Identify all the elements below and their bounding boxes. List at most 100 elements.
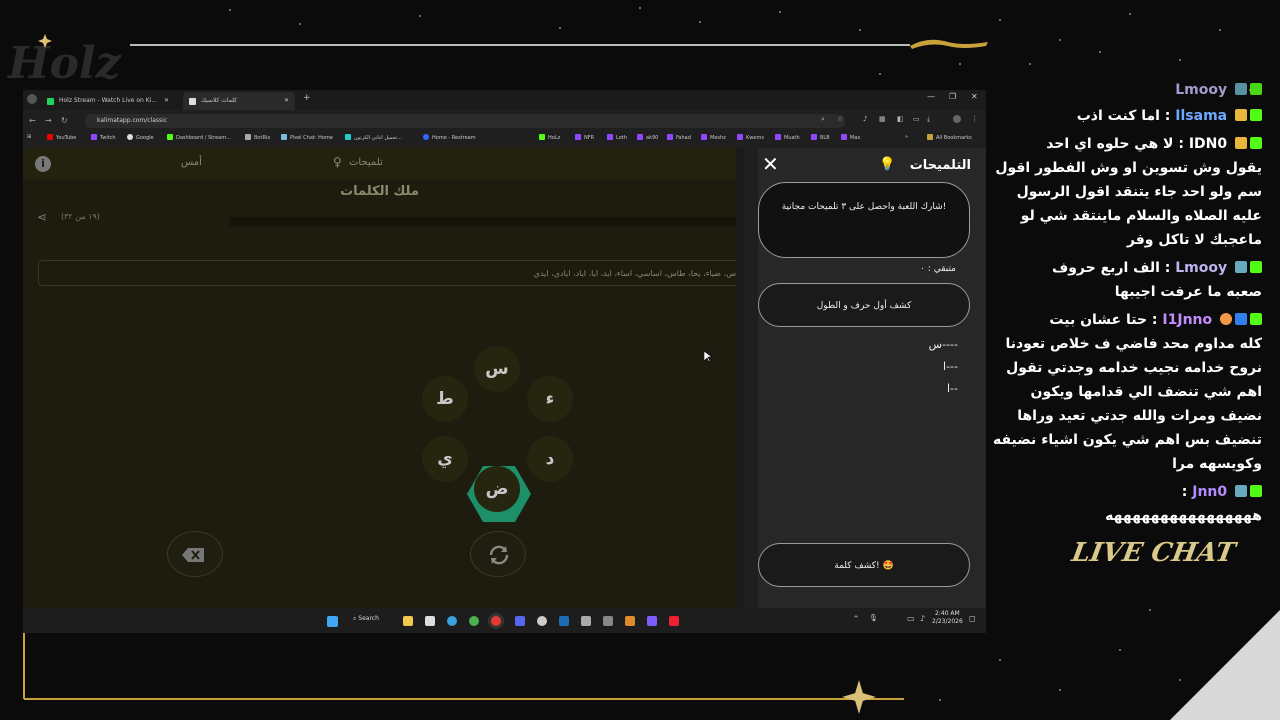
letter-tile-lower-right[interactable]: د — [527, 436, 573, 482]
extension-icon[interactable]: ▦ — [879, 115, 887, 123]
pattern-item: ا-- — [946, 382, 958, 395]
share-offer-text: شارك اللعبة واحصل على ٣ تلميحات مجانية! — [781, 202, 947, 212]
bookmark-all-bookmarks[interactable]: All Bookmarks — [927, 134, 972, 141]
bookmark-fahad[interactable]: Fahad — [667, 134, 691, 141]
chrome-active-icon[interactable] — [491, 616, 501, 626]
share-icon[interactable]: ⋖ — [37, 210, 47, 224]
chrome-icon[interactable] — [469, 616, 479, 626]
bookmark-loth[interactable]: Loth — [607, 134, 627, 141]
chat-message: I1Jnno : حتا عشان بيت — [1049, 312, 1262, 328]
discord-icon[interactable] — [515, 616, 525, 626]
obs-icon[interactable] — [537, 616, 547, 626]
bookmark-blb[interactable]: BLB — [811, 134, 830, 141]
minimize-icon[interactable]: — — [927, 92, 935, 101]
bookmark-nfr[interactable]: NFR — [575, 134, 594, 141]
app-icon[interactable] — [625, 616, 635, 626]
tab-kalimat-classic[interactable]: كلمات كلاسيك ✕ — [183, 92, 295, 110]
settings-gear-icon[interactable] — [581, 616, 591, 626]
letter-tile-upper-right[interactable]: ء — [527, 376, 573, 422]
volume-icon[interactable]: ♪ — [920, 614, 925, 623]
reveal-first-letter-button[interactable]: كشف أول حرف و الطول — [758, 283, 970, 327]
chat-message: Jnn0 : — [1182, 484, 1262, 500]
tray-chevron-icon[interactable]: ^ — [853, 615, 859, 623]
page-scrollbar[interactable] — [736, 148, 744, 608]
letter-tile-bottom[interactable]: ض — [474, 466, 520, 512]
back-icon[interactable]: ← — [29, 112, 36, 130]
chat-text: اما كنت اذب — [1076, 108, 1160, 124]
new-tab-button[interactable]: + — [303, 93, 311, 103]
bookmark-ak90[interactable]: ak90 — [637, 134, 658, 141]
game-page: i أمس ♀ تلميحات ملك الكلمات ⋖ (١٩ من ٣٢)… — [23, 148, 736, 608]
share-offer-button[interactable]: شارك اللعبة واحصل على ٣ تلميحات مجانية! — [758, 182, 970, 258]
zoom-icon[interactable]: ⌕ — [821, 115, 829, 123]
taskbar-search[interactable]: ⌕ Search — [353, 615, 379, 623]
apps-grid-icon[interactable]: ⊞ — [27, 134, 31, 140]
bookmark-max[interactable]: Max — [841, 134, 860, 141]
chat-text: الف اربع حروف — [1051, 260, 1160, 276]
bookmark-pixel-chat[interactable]: Pixel Chat: Home — [281, 134, 333, 141]
app-icon[interactable] — [669, 616, 679, 626]
maximize-icon[interactable]: ❐ — [949, 92, 956, 101]
reveal-word-button[interactable]: كشف كلمة! 🤩 — [758, 543, 970, 587]
letter-tile-lower-left[interactable]: ي — [422, 436, 468, 482]
hints-panel: ✕ التلميحات 💡 شارك اللعبة واحصل على ٣ تل… — [758, 148, 986, 608]
bookmark-arabic-cartoons[interactable]: تحميل اغاني الكرتون... — [345, 134, 402, 141]
letter-tile-top[interactable]: س — [474, 346, 520, 392]
bookmark-restream[interactable]: Home - Restream — [423, 134, 476, 141]
media-icon[interactable]: ♪ — [863, 115, 871, 123]
tab-yesterday[interactable]: أمس — [181, 157, 202, 168]
url-input[interactable]: kalimatapp.com/classic — [85, 114, 845, 128]
file-explorer-icon[interactable] — [403, 616, 413, 626]
bookmark-muath[interactable]: Muath — [775, 134, 800, 141]
edge-icon[interactable] — [447, 616, 457, 626]
chat-text: حتا عشان بيت — [1049, 312, 1148, 328]
mic-icon[interactable]: 🎙 — [869, 614, 878, 622]
live-chat-overlay: Lmooy Ilsama : اما كنت اذب IDN0 : لا هي … — [993, 82, 1280, 534]
notifications-icon[interactable]: ◻ — [969, 614, 976, 623]
steam-icon[interactable] — [559, 616, 569, 626]
reload-icon[interactable]: ↻ — [61, 112, 68, 130]
forward-icon[interactable]: → — [45, 112, 52, 130]
chat-username: IDN0 — [1188, 136, 1228, 152]
lightbulb-icon: 💡 — [879, 157, 896, 172]
profile-avatar[interactable] — [953, 115, 961, 123]
bookmark-kwems[interactable]: Kwems — [737, 134, 764, 141]
bookmark-star-icon[interactable]: ☆ — [837, 115, 845, 123]
bookmark-twitch[interactable]: Twitch — [91, 134, 116, 141]
bookmark-youtube[interactable]: YouTube — [47, 134, 76, 141]
chat-line: سم ولو احد جاء يتنقد اقول الرسول — [1016, 184, 1262, 200]
bookmark-meshz[interactable]: Meshz — [701, 134, 726, 141]
delete-button[interactable] — [167, 531, 223, 577]
pattern-item: س---- — [928, 338, 958, 351]
info-icon[interactable]: i — [35, 156, 51, 172]
app-icon[interactable] — [603, 616, 613, 626]
store-icon[interactable] — [425, 616, 435, 626]
bookmark-google[interactable]: Google — [127, 134, 154, 141]
close-tab-icon[interactable]: ✕ — [164, 92, 169, 110]
clock[interactable]: 2:40 AM 2/23/2026 — [932, 610, 963, 626]
download-icon[interactable]: ⤓ — [927, 115, 935, 123]
tab-holz-stream[interactable]: Holz Stream - Watch Live on Ki... ✕ — [41, 92, 175, 110]
more-bookmarks-icon[interactable]: » — [905, 134, 908, 140]
shuffle-button[interactable] — [470, 531, 526, 577]
tab-hints[interactable]: تلميحات — [349, 157, 383, 168]
chat-line: ههههههههههههههههه — [1105, 508, 1262, 524]
extensions-puzzle-icon[interactable]: ◧ — [897, 115, 905, 123]
profile-icon[interactable] — [27, 94, 37, 104]
chat-message: IDN0 : لا هي حلوه اي احد — [1046, 136, 1262, 152]
bookmark-holz[interactable]: HoLz — [539, 134, 560, 141]
close-hints-button[interactable]: ✕ — [762, 152, 779, 176]
bookmark-dashboard[interactable]: Dashboard / Stream... — [167, 134, 231, 141]
letter-tile-upper-left[interactable]: ط — [422, 376, 468, 422]
network-icon[interactable]: ▭ — [907, 614, 915, 623]
app-icon[interactable] — [647, 616, 657, 626]
close-window-icon[interactable]: ✕ — [971, 92, 978, 101]
windows-start-icon[interactable] — [327, 616, 338, 627]
found-words-bar[interactable]: س، ضياء، يحا، طاس، اساسي، اساء، ايد، ايا… — [38, 260, 736, 286]
close-tab-icon[interactable]: ✕ — [284, 92, 289, 110]
chat-line: وكويسهه مرا — [1172, 456, 1262, 472]
menu-kebab-icon[interactable]: ⋮ — [971, 115, 979, 123]
chat-username: Lmooy — [1175, 82, 1228, 98]
bookmark-botrix[interactable]: BotRix — [245, 134, 270, 141]
sidebar-icon[interactable]: ▭ — [913, 115, 921, 123]
